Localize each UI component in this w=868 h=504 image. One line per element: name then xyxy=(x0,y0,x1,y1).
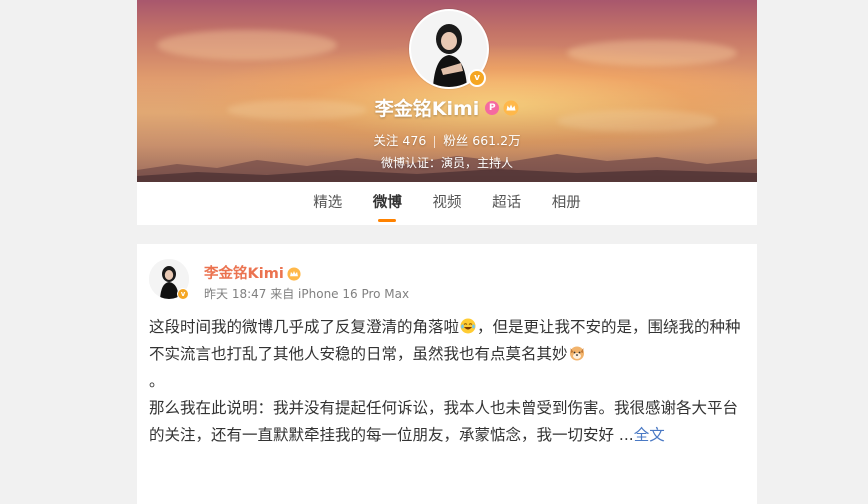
vip-badge-icon[interactable]: P xyxy=(485,100,500,115)
post-author[interactable]: 李金铭Kimi xyxy=(204,262,301,283)
following-label: 关注 xyxy=(373,133,399,148)
post-text-part1: 这段时间我的微博几乎成了反复澄清的角落啦 xyxy=(149,318,460,336)
tab-video[interactable]: 视频 xyxy=(433,182,462,225)
following-count: 476 xyxy=(402,133,427,148)
laugh-cry-emoji xyxy=(460,318,476,334)
profile-banner: v 李金铭Kimi P 关注 476 粉丝 661.2万 微博认证：演员，主持人 xyxy=(137,0,757,182)
post-source: 来自 iPhone 16 Pro Max xyxy=(270,287,410,301)
tab-weibo[interactable]: 微博 xyxy=(373,182,402,225)
tab-album[interactable]: 相册 xyxy=(552,182,581,225)
post-meta: 昨天 18:47 来自 iPhone 16 Pro Max xyxy=(204,285,409,302)
profile-name[interactable]: 李金铭Kimi xyxy=(375,98,480,120)
post-text-part3: 。 xyxy=(149,372,165,390)
crown-icon xyxy=(287,267,301,281)
followers-label: 粉丝 xyxy=(443,133,469,148)
verified-v-icon: v xyxy=(468,69,486,87)
post-time[interactable]: 昨天 18:47 xyxy=(204,287,266,301)
expand-full-text-link[interactable]: 全文 xyxy=(634,426,665,444)
stats-divider xyxy=(434,135,436,148)
profile-column: v 李金铭Kimi P 关注 476 粉丝 661.2万 微博认证：演员，主持人 精… xyxy=(137,0,757,504)
profile-tabs: 精选 微博 视频 超话 相册 xyxy=(137,182,757,225)
post-author-name: 李金铭Kimi xyxy=(204,266,284,282)
tab-supertopic[interactable]: 超话 xyxy=(492,182,521,225)
post-body: 这段时间我的微博几乎成了反复澄清的角落啦 ，但是更让我不安的是，围绕我的种种不实流… xyxy=(149,314,744,449)
crown-icon[interactable] xyxy=(503,100,519,116)
following-stat[interactable]: 关注 476 xyxy=(373,133,426,148)
verification-text: 微博认证：演员，主持人 xyxy=(380,156,513,170)
profile-name-row: 李金铭Kimi P xyxy=(137,94,757,121)
post-card: v 李金铭Kimi 昨天 18:47 来自 iPhone 16 Pro Max … xyxy=(137,244,757,504)
tab-featured[interactable]: 精选 xyxy=(313,182,342,225)
stats-row: 关注 476 粉丝 661.2万 xyxy=(137,130,757,149)
dog-face-emoji xyxy=(569,346,584,361)
followers-stat[interactable]: 粉丝 661.2万 xyxy=(443,133,520,148)
verified-v-icon: v xyxy=(177,288,189,300)
followers-count: 661.2万 xyxy=(472,133,521,148)
